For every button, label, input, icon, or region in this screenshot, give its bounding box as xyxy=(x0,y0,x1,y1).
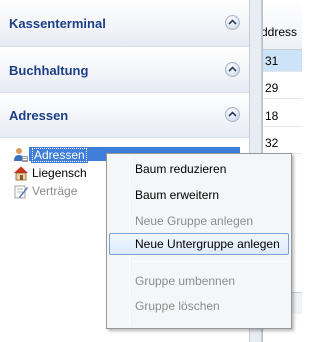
tree-item-label: Verträge xyxy=(32,183,78,198)
section-title: Kassenterminal xyxy=(9,16,106,31)
column-header-label: ddress xyxy=(262,25,298,39)
menu-item-label: Baum reduzieren xyxy=(135,162,227,176)
collapse-chevron-icon[interactable] xyxy=(225,107,240,122)
menu-item-gruppe-loeschen[interactable]: Gruppe löschen xyxy=(109,295,289,317)
tree-item-label: Liegensch xyxy=(32,165,87,180)
application-window: Kassenterminal Buchhaltung Adressen Adre… xyxy=(0,0,302,342)
menu-item-label: Gruppe löschen xyxy=(135,299,220,313)
section-header-adressen[interactable]: Adressen xyxy=(0,93,249,138)
column-header-address[interactable]: ddress xyxy=(263,0,302,50)
tree-item-adressen[interactable]: Adressen xyxy=(13,146,88,163)
section-header-buchhaltung[interactable]: Buchhaltung xyxy=(0,47,249,93)
table-cell: 18 xyxy=(265,109,279,123)
menu-item-baum-reduzieren[interactable]: Baum reduzieren xyxy=(109,158,289,180)
table-row[interactable]: 32 xyxy=(263,132,302,154)
section-title: Buchhaltung xyxy=(9,63,89,78)
menu-item-neue-untergruppe-anlegen[interactable]: Neue Untergruppe anlegen xyxy=(109,233,289,255)
contract-pen-icon xyxy=(13,183,29,199)
tree-item-label: Adressen xyxy=(31,146,88,163)
table-cell: 31 xyxy=(265,54,279,68)
table-row[interactable]: 18 xyxy=(263,105,302,127)
address-book-icon xyxy=(13,147,29,163)
section-header-kassenterminal[interactable]: Kassenterminal xyxy=(0,0,249,47)
menu-item-gruppe-umbennen[interactable]: Gruppe umbennen xyxy=(109,270,289,292)
menu-item-baum-erweitern[interactable]: Baum erweitern xyxy=(109,184,289,206)
tree-item-liegenschaften[interactable]: Liegensch xyxy=(13,164,87,181)
table-cell: 29 xyxy=(265,81,279,95)
section-title: Adressen xyxy=(9,108,69,123)
table-cell: 32 xyxy=(265,136,279,150)
menu-item-neue-gruppe-anlegen[interactable]: Neue Gruppe anlegen xyxy=(109,210,289,232)
collapse-chevron-icon[interactable] xyxy=(225,15,240,30)
table-row[interactable]: 29 xyxy=(263,77,302,99)
context-menu: Baum reduzieren Baum erweitern Neue Grup… xyxy=(106,153,292,329)
menu-separator xyxy=(133,261,287,262)
menu-item-label: Baum erweitern xyxy=(135,188,220,202)
tree-item-vertraege[interactable]: Verträge xyxy=(13,182,77,199)
menu-item-label: Gruppe umbennen xyxy=(135,274,236,288)
table-row[interactable]: 31 xyxy=(263,50,302,72)
menu-item-label: Neue Gruppe anlegen xyxy=(135,214,254,228)
collapse-chevron-icon[interactable] xyxy=(225,62,240,77)
menu-item-label: Neue Untergruppe anlegen xyxy=(135,237,280,251)
house-icon xyxy=(13,165,29,181)
